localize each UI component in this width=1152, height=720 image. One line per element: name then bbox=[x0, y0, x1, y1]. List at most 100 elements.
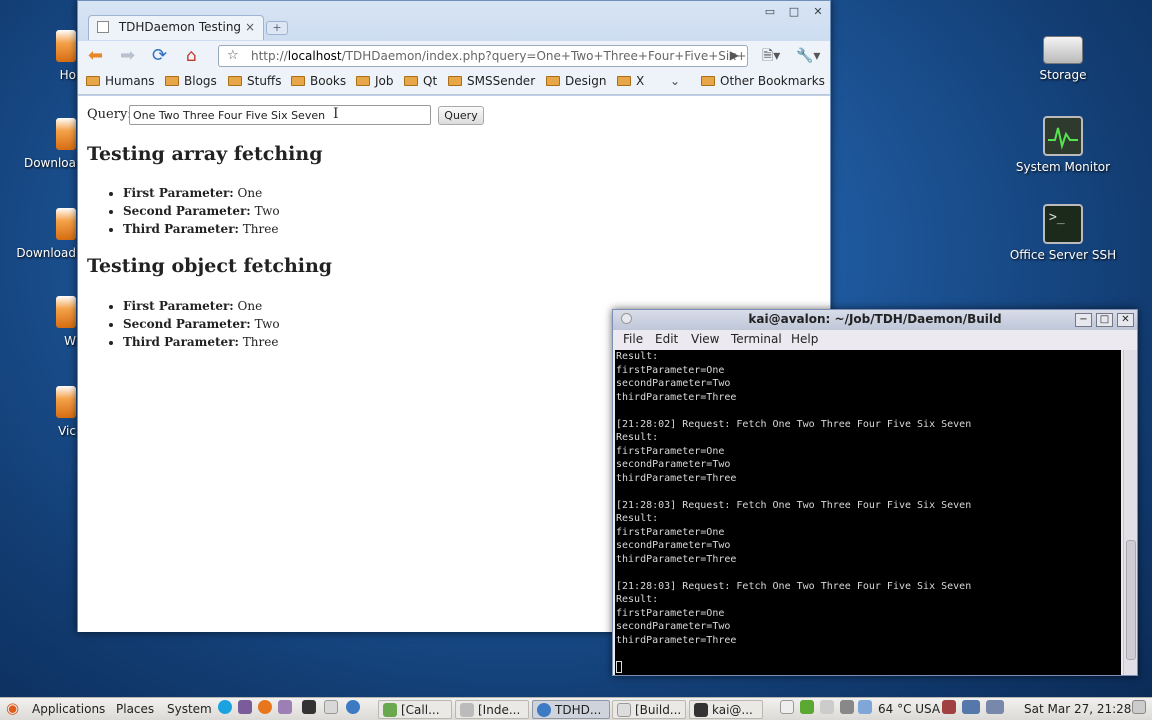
desktop-icon-home[interactable]: Ho bbox=[16, 30, 76, 82]
folder-icon bbox=[448, 76, 462, 86]
back-arrow-icon[interactable]: ⬅ bbox=[88, 45, 103, 67]
bookmarks-bar: Humans Blogs Stuffs Books Job Qt SMSSend… bbox=[78, 71, 830, 95]
notes-icon[interactable] bbox=[780, 700, 798, 714]
firefox-icon[interactable] bbox=[258, 700, 276, 714]
terminal-line: firstParameter=One bbox=[616, 445, 725, 457]
maximize-button[interactable]: □ bbox=[784, 5, 804, 20]
task-index[interactable]: [Inde... bbox=[455, 700, 529, 719]
forward-arrow-icon[interactable]: ➡ bbox=[120, 45, 135, 67]
desktop-icon-label: Download bbox=[16, 246, 76, 260]
terminal-output[interactable]: Result: firstParameter=One secondParameter… bbox=[615, 350, 1121, 675]
scrollbar-thumb[interactable] bbox=[1126, 540, 1136, 660]
terminal-scrollbar[interactable] bbox=[1123, 350, 1137, 675]
trash-icon[interactable] bbox=[1132, 700, 1150, 714]
minimize-button[interactable]: − bbox=[1075, 313, 1092, 327]
ubuntu-logo-icon: ◉ bbox=[6, 699, 20, 717]
chevron-down-icon[interactable]: ⌄ bbox=[670, 74, 680, 88]
desktop-icon-w[interactable]: W bbox=[16, 296, 76, 348]
task-label: [Call... bbox=[401, 703, 440, 717]
task-kai-terminal[interactable]: kai@... bbox=[689, 700, 763, 719]
wrench-menu-icon[interactable]: 🔧▾ bbox=[796, 45, 820, 67]
menu-help[interactable]: Help bbox=[791, 332, 818, 346]
desktop-icon-videos[interactable]: Vic bbox=[16, 386, 76, 438]
bookmark-folder[interactable]: Qt bbox=[404, 74, 437, 88]
bookmark-folder[interactable]: Stuffs bbox=[228, 74, 281, 88]
menu-edit[interactable]: Edit bbox=[655, 332, 678, 346]
bookmark-folder[interactable]: SMSSender bbox=[448, 74, 535, 88]
mail-status-icon[interactable] bbox=[820, 700, 838, 714]
desktop-icon-storage[interactable]: Storage bbox=[1003, 28, 1123, 82]
url-bar[interactable]: ☆ http://localhost/TDHDaemon/index.php?q… bbox=[218, 45, 748, 67]
workspace-1-icon[interactable] bbox=[962, 700, 984, 714]
folder-icon bbox=[86, 76, 100, 86]
menu-terminal[interactable]: Terminal bbox=[731, 332, 782, 346]
terminal-window[interactable]: kai@avalon: ~/Job/TDH/Daemon/Build − □ ✕… bbox=[612, 309, 1138, 676]
places-menu[interactable]: Places bbox=[116, 702, 154, 716]
menu-file[interactable]: File bbox=[623, 332, 643, 346]
menu-view[interactable]: View bbox=[691, 332, 719, 346]
terminal-launcher-icon[interactable] bbox=[302, 700, 320, 714]
task-call[interactable]: [Call... bbox=[378, 700, 452, 719]
parameter-value: Three bbox=[242, 222, 279, 236]
minimize-button[interactable]: ▭ bbox=[760, 5, 780, 20]
maximize-button[interactable]: □ bbox=[1096, 313, 1113, 327]
chat-icon[interactable] bbox=[278, 700, 296, 714]
bookmark-folder[interactable]: Job bbox=[356, 74, 394, 88]
folder-icon bbox=[617, 76, 631, 86]
desktop-icon-downloads[interactable]: Downloa bbox=[16, 118, 76, 170]
query-input[interactable]: One Two Three Four Five Six Seven bbox=[129, 105, 431, 125]
desktop-icon-system-monitor[interactable]: System Monitor bbox=[1003, 116, 1123, 174]
desktop-icon-label: Storage bbox=[1039, 68, 1087, 82]
volume-icon[interactable] bbox=[840, 700, 858, 714]
list-item: First Parameter: One bbox=[123, 184, 280, 202]
new-tab-button[interactable]: + bbox=[266, 21, 288, 35]
page-menu-icon[interactable]: 🗎▾ bbox=[762, 45, 780, 67]
list-item: First Parameter: One bbox=[123, 297, 280, 315]
terminal-icon: >_ bbox=[1043, 204, 1083, 244]
network-icon[interactable] bbox=[800, 700, 818, 714]
system-menu[interactable]: System bbox=[167, 702, 212, 716]
bookmark-folder[interactable]: Design bbox=[546, 74, 606, 88]
chromium-icon[interactable] bbox=[346, 700, 364, 714]
close-window-button[interactable]: ✕ bbox=[1117, 313, 1134, 327]
go-arrow-icon[interactable]: ▶ bbox=[730, 48, 739, 62]
applications-menu[interactable]: Applications bbox=[32, 702, 105, 716]
weather-temperature[interactable]: 64 °C USA bbox=[878, 702, 940, 716]
close-window-button[interactable]: ✕ bbox=[808, 5, 828, 20]
clock[interactable]: Sat Mar 27, 21:28 bbox=[1024, 702, 1131, 716]
desktop-icon-office-ssh[interactable]: >_ Office Server SSH bbox=[1003, 204, 1123, 262]
close-tab-icon[interactable]: × bbox=[245, 20, 255, 34]
mail-icon[interactable] bbox=[324, 700, 342, 714]
folder-icon bbox=[165, 76, 179, 86]
bookmark-label: Other Bookmarks bbox=[720, 74, 825, 88]
bookmark-star-icon[interactable]: ☆ bbox=[227, 48, 239, 63]
desktop-icon-download[interactable]: Download bbox=[16, 208, 76, 260]
parameter-key: Third Parameter: bbox=[123, 335, 239, 349]
parameter-key: Second Parameter: bbox=[123, 204, 251, 218]
other-bookmarks[interactable]: Other Bookmarks bbox=[701, 74, 825, 88]
app-icon bbox=[383, 703, 397, 717]
terminal-line: firstParameter=One bbox=[616, 607, 725, 619]
home-icon[interactable]: ⌂ bbox=[186, 45, 197, 67]
bookmark-label: Stuffs bbox=[247, 74, 282, 88]
app-icon bbox=[460, 703, 474, 717]
query-button[interactable]: Query bbox=[438, 106, 484, 125]
bookmark-folder[interactable]: Blogs bbox=[165, 74, 217, 88]
terminal-line: Result: bbox=[616, 594, 659, 605]
workspace-2-icon[interactable] bbox=[986, 700, 1008, 714]
terminal-line: [21:28:03] Request: Fetch One Two Three … bbox=[616, 580, 972, 592]
window-menu-icon[interactable] bbox=[621, 313, 632, 324]
browser-tab[interactable]: TDHDaemon Testing × bbox=[88, 15, 264, 40]
bookmark-folder[interactable]: Books bbox=[291, 74, 346, 88]
tray-app-icon[interactable] bbox=[942, 700, 960, 714]
bookmark-folder[interactable]: Humans bbox=[86, 74, 155, 88]
terminal-menubar: File Edit View Terminal Help bbox=[613, 330, 1137, 350]
task-tdhd[interactable]: TDHD... bbox=[532, 700, 610, 719]
reload-icon[interactable]: ⟳ bbox=[152, 45, 167, 67]
bookmark-folder[interactable]: X bbox=[617, 74, 644, 88]
calculator-icon[interactable] bbox=[238, 700, 256, 714]
parameter-value: One bbox=[237, 299, 263, 313]
skype-icon[interactable] bbox=[218, 700, 236, 714]
task-build[interactable]: [Build... bbox=[612, 700, 686, 719]
